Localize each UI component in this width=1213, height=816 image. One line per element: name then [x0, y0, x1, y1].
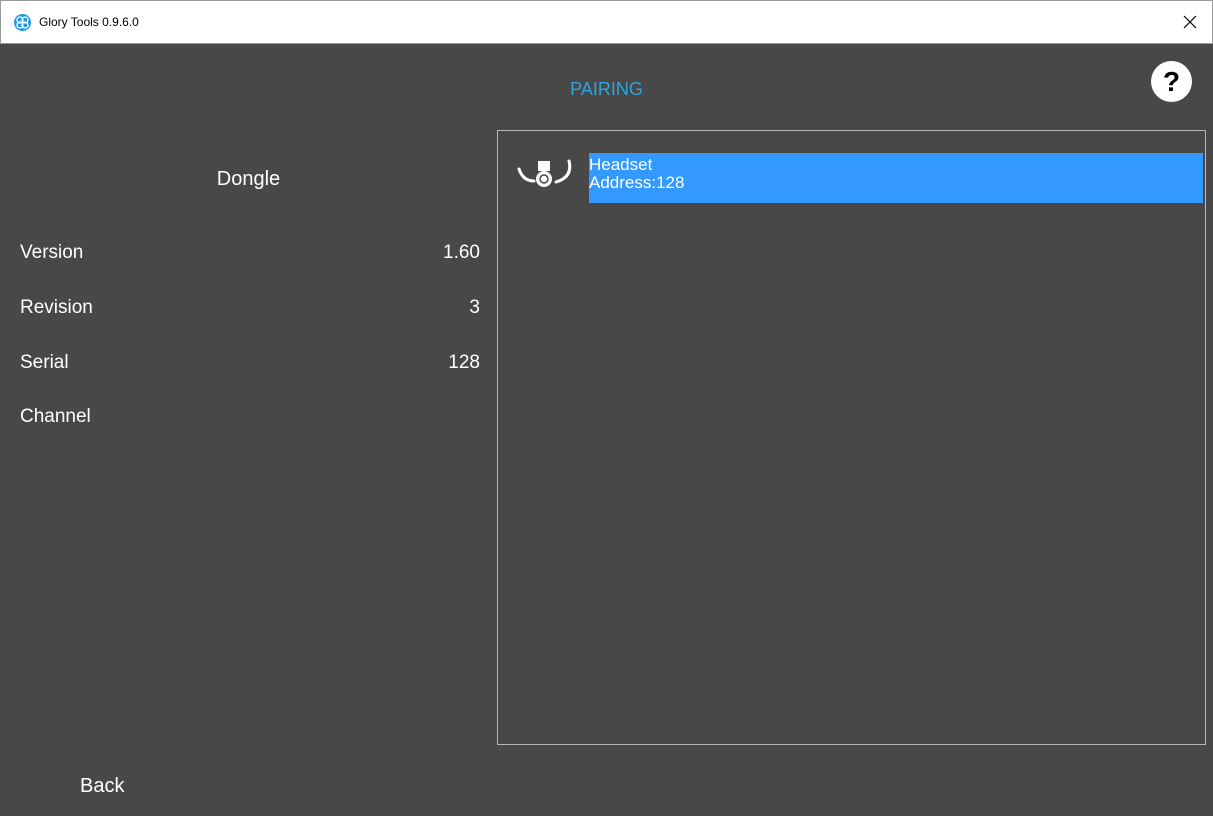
glory-logo-icon [14, 14, 31, 31]
version-value: 1.60 [443, 242, 480, 263]
version-label: Version [20, 242, 84, 263]
revision-value: 3 [469, 297, 480, 318]
close-button[interactable] [1168, 1, 1212, 43]
back-button[interactable]: Back [80, 775, 124, 798]
revision-row: Revision 3 [20, 297, 480, 323]
version-row: Version 1.60 [20, 242, 480, 268]
serial-value: 128 [448, 352, 480, 373]
serial-row: Serial 128 [20, 352, 480, 378]
help-button[interactable]: ? [1151, 61, 1192, 102]
revision-label: Revision [20, 297, 93, 318]
window-title: Glory Tools 0.9.6.0 [39, 15, 139, 29]
device-name: Headset [589, 155, 653, 174]
app-window: Glory Tools 0.9.6.0 PAIRING ? Dongle Ver… [0, 0, 1213, 816]
channel-label: Channel [20, 406, 91, 427]
dongle-section-title: Dongle [216, 168, 281, 190]
headset-icon [517, 159, 572, 187]
close-icon [1183, 15, 1197, 29]
title-bar: Glory Tools 0.9.6.0 [0, 0, 1213, 44]
serial-label: Serial [20, 352, 69, 373]
device-label-selected[interactable]: Headset Address:128 [589, 153, 1203, 203]
main-content: PAIRING ? Dongle Version 1.60 Revision 3… [0, 44, 1213, 816]
device-address: Address:128 [589, 173, 685, 192]
page-title: PAIRING [570, 79, 643, 99]
device-list[interactable]: Headset Address:128 [497, 130, 1206, 745]
list-item[interactable]: Headset Address:128 [498, 151, 1205, 203]
channel-row: Channel [20, 406, 480, 432]
